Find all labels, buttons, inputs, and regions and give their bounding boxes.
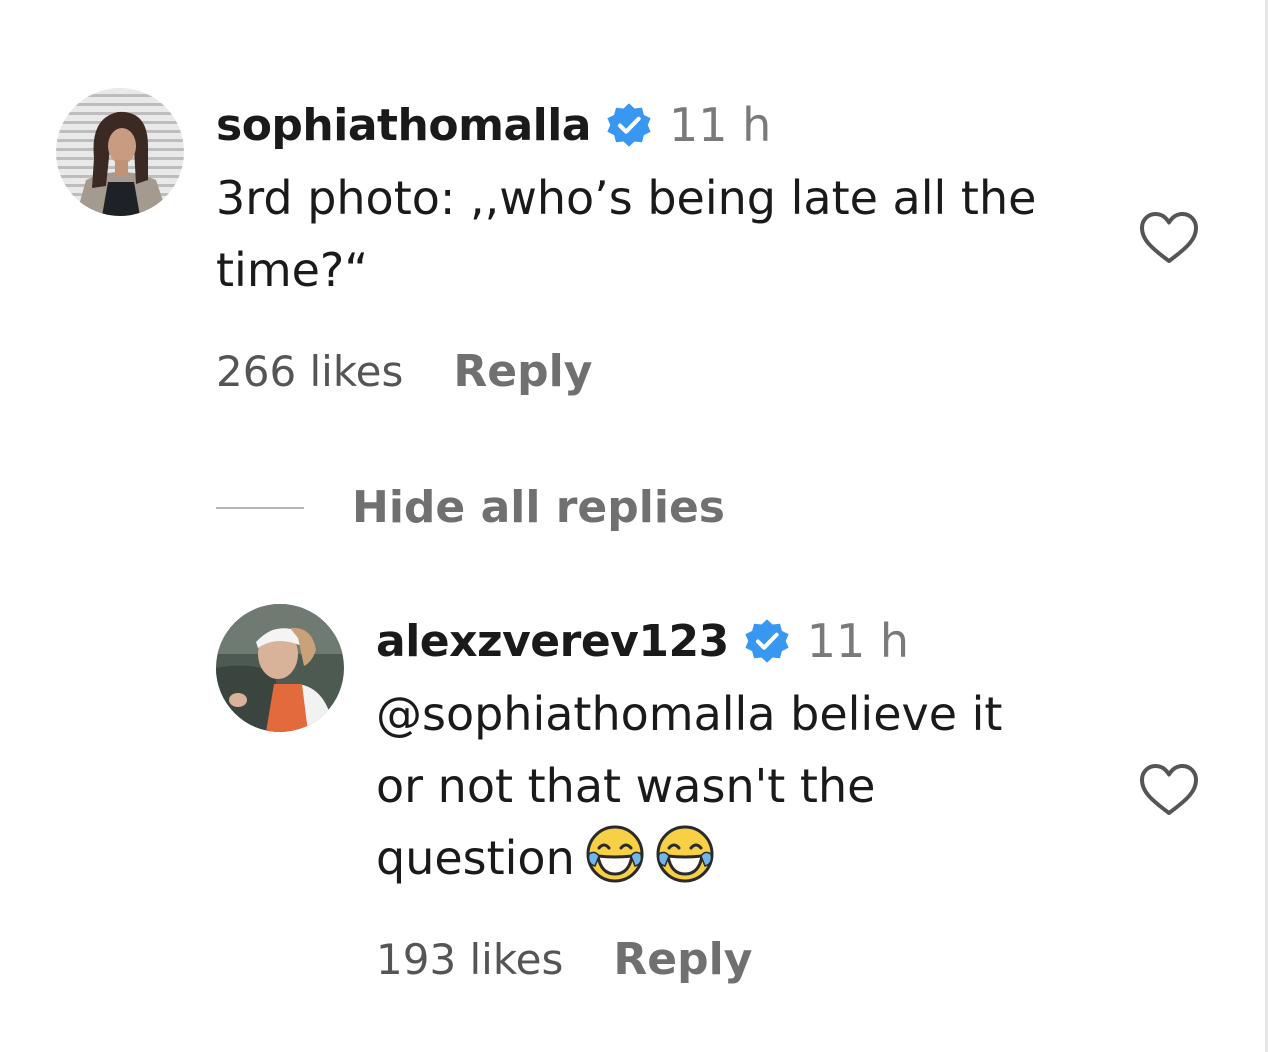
face-with-tears-of-joy-icon xyxy=(655,824,715,884)
comment-text-line: 3rd photo: ,,who’s being late all the xyxy=(216,171,1037,225)
avatar-photo xyxy=(56,88,184,216)
heart-outline-icon[interactable] xyxy=(1138,210,1200,266)
heart-outline-icon[interactable] xyxy=(1138,762,1200,818)
face-with-tears-of-joy-icon xyxy=(585,824,645,884)
comment-text: 3rd photo: ,,who’s being late all the ti… xyxy=(216,162,1036,306)
avatar[interactable] xyxy=(216,604,344,732)
reply-button[interactable]: Reply xyxy=(453,346,592,397)
comment-text-line: time?“ xyxy=(216,243,369,297)
comments-panel: sophiathomalla 11 h 3rd photo: ,,who’s b… xyxy=(0,0,1268,1052)
verified-badge-icon xyxy=(743,617,791,665)
reply-button[interactable]: Reply xyxy=(613,934,752,985)
reply-text: @sophiathomalla believe it or not that w… xyxy=(376,678,1002,894)
hide-replies-toggle[interactable]: Hide all replies xyxy=(216,482,725,533)
reply-text-line: or not that wasn't the xyxy=(376,759,876,813)
reply-likes-count[interactable]: 193 likes xyxy=(376,935,563,984)
comment-username[interactable]: sophiathomalla xyxy=(216,100,592,151)
avatar-photo xyxy=(216,604,344,732)
reply-text-line-last: question xyxy=(376,822,1002,894)
reply-timestamp: 11 h xyxy=(806,614,910,668)
thread-divider-line xyxy=(216,506,304,509)
reply-text-line: question xyxy=(376,831,575,885)
hide-replies-label[interactable]: Hide all replies xyxy=(352,482,725,533)
reply-username[interactable]: alexzverev123 xyxy=(376,616,729,667)
reply-text-line: @sophiathomalla believe it xyxy=(376,687,1003,741)
avatar[interactable] xyxy=(56,88,184,216)
comment-likes-count[interactable]: 266 likes xyxy=(216,347,403,396)
comment-timestamp: 11 h xyxy=(669,98,772,152)
verified-badge-icon xyxy=(605,101,653,149)
